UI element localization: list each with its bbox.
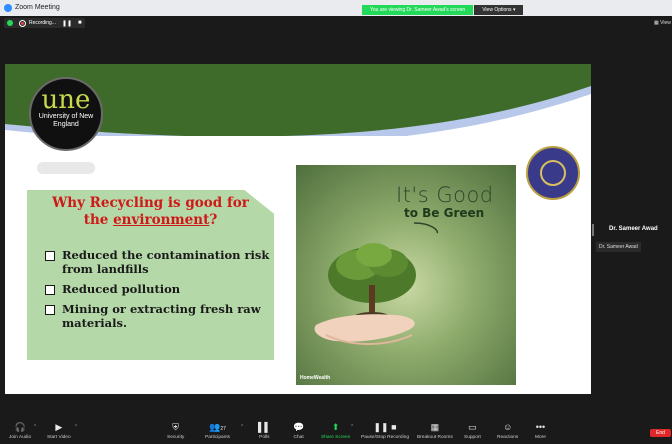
list-item: Mining or extracting fresh raw materials… — [45, 302, 270, 330]
slide-shadow-shape — [37, 162, 95, 174]
polls-icon: ▌▌ — [258, 422, 271, 432]
bullet-text: Mining or extracting fresh raw materials… — [62, 302, 261, 330]
chat-icon: 💬 — [293, 422, 305, 432]
participant-tile[interactable]: Dr. Sameer Awad — [596, 242, 641, 252]
viewing-banner: You are viewing Dr. Sameer Awad's screen… — [362, 5, 524, 15]
video-off-icon: ▶ — [55, 422, 63, 432]
pause-recording-icon[interactable]: ❚❚ — [62, 20, 72, 27]
more-button[interactable]: ••• More — [535, 422, 546, 440]
reactions-label: Reactions — [497, 435, 519, 440]
participants-label: Participants — [205, 435, 231, 440]
shared-screen-slide: une University of New England Why Recycl… — [5, 64, 591, 394]
tree-in-hands-icon — [314, 222, 439, 345]
pause-recording-label: Pause/Stop Recording — [361, 435, 409, 440]
stop-recording-icon[interactable]: ■ — [78, 20, 82, 26]
start-video-button[interactable]: ▶ Start Video — [47, 422, 71, 440]
checkbox-bullet-icon — [45, 251, 55, 261]
share-options-chevron-icon[interactable]: ⌃ — [350, 424, 354, 430]
participants-button[interactable]: 👥27 Participants — [205, 422, 230, 440]
more-label: More — [535, 435, 546, 440]
list-item: Reduced the contamination risk from land… — [45, 248, 270, 276]
pause-stop-recording-button[interactable]: ❚❚ ■ Pause/Stop Recording — [361, 422, 409, 440]
une-logo-subtitle: University of New England — [38, 113, 94, 128]
viewing-text: You are viewing Dr. Sameer Awad's screen — [362, 5, 474, 15]
card-heading-line1: Why Recycling is good for — [52, 195, 249, 211]
card-heading-qmark: ? — [209, 212, 218, 228]
green-image: It's Good to Be Green HomeWealth — [296, 165, 516, 385]
audio-options-chevron-icon[interactable]: ⌃ — [33, 424, 37, 430]
encryption-shield-icon — [7, 20, 13, 26]
bullet-text: Reduced pollution — [62, 282, 181, 296]
reactions-button[interactable]: ☺ Reactions — [497, 422, 518, 440]
security-button[interactable]: ⛨ Security — [167, 422, 184, 440]
checkbox-bullet-icon — [45, 305, 55, 315]
une-logo: une University of New England — [29, 77, 103, 151]
end-meeting-button[interactable]: End — [650, 429, 671, 437]
support-button[interactable]: ▭ Support — [464, 422, 481, 440]
view-options-button[interactable]: View Options ▾ — [474, 5, 524, 15]
security-label: Security — [167, 435, 185, 440]
participants-count: 27 — [220, 426, 226, 432]
card-heading-underlined: environment — [113, 212, 210, 228]
list-item: Reduced pollution — [45, 282, 270, 296]
join-audio-label: Join Audio — [9, 435, 32, 440]
recycling-card: Why Recycling is good for the environmen… — [27, 190, 274, 360]
shield-icon: ⛨ — [172, 422, 180, 432]
recording-indicator: Recording... ❚❚ ■ — [4, 18, 85, 28]
video-options-chevron-icon[interactable]: ⌃ — [74, 424, 78, 430]
chat-label: Chat — [293, 435, 304, 440]
polls-button[interactable]: ▌▌ Polls — [258, 422, 271, 440]
start-video-label: Start Video — [47, 435, 71, 440]
pause-stop-icon: ❚❚ ■ — [373, 422, 397, 432]
share-screen-icon: ⬆ — [331, 422, 340, 432]
breakout-rooms-button[interactable]: ▦ Breakout Rooms — [417, 422, 453, 440]
participant-name: Dr. Sameer Awad — [609, 226, 658, 232]
reactions-icon: ☺ — [503, 422, 513, 432]
participants-icon: 👥27 — [209, 422, 226, 432]
recording-label: Recording... — [29, 20, 56, 26]
zoom-logo-icon — [4, 4, 12, 12]
bullet-text: Reduced the contamination risk from land… — [62, 248, 270, 276]
support-icon: ▭ — [468, 422, 477, 432]
window-titlebar: Zoom Meeting — [0, 0, 672, 16]
panel-resize-handle[interactable] — [592, 224, 594, 236]
breakout-rooms-icon: ▦ — [430, 422, 440, 432]
recording-dot-icon — [19, 19, 26, 27]
more-icon: ••• — [535, 422, 546, 432]
polls-label: Polls — [259, 435, 270, 440]
headphones-icon: 🎧 — [14, 422, 26, 432]
benefits-list: Reduced the contamination risk from land… — [45, 248, 270, 336]
card-heading: Why Recycling is good for the environmen… — [27, 195, 274, 229]
participants-chevron-icon[interactable]: ⌃ — [240, 424, 244, 430]
card-heading-line2-prefix: the — [83, 212, 114, 228]
une-logo-text: une — [41, 85, 91, 115]
checkbox-bullet-icon — [45, 285, 55, 295]
share-screen-label: Share Screen — [321, 435, 351, 440]
image-brand-logo: HomeWealth — [300, 375, 331, 381]
view-layout-label: View — [660, 20, 671, 26]
chat-button[interactable]: 💬 Chat — [293, 422, 304, 440]
breakout-label: Breakout Rooms — [417, 435, 453, 440]
join-audio-button[interactable]: 🎧 Join Audio — [9, 422, 31, 440]
meeting-toolbar: 🎧 Join Audio ⌃ ▶ Start Video ⌃ ⛨ Security 👥… — [0, 416, 672, 444]
view-layout-button[interactable]: ▦ View — [654, 20, 671, 26]
support-label: Support — [464, 435, 481, 440]
window-title: Zoom Meeting — [15, 4, 60, 11]
share-screen-button[interactable]: ⬆ Share Screen — [321, 422, 350, 440]
university-seal-icon — [526, 146, 580, 200]
